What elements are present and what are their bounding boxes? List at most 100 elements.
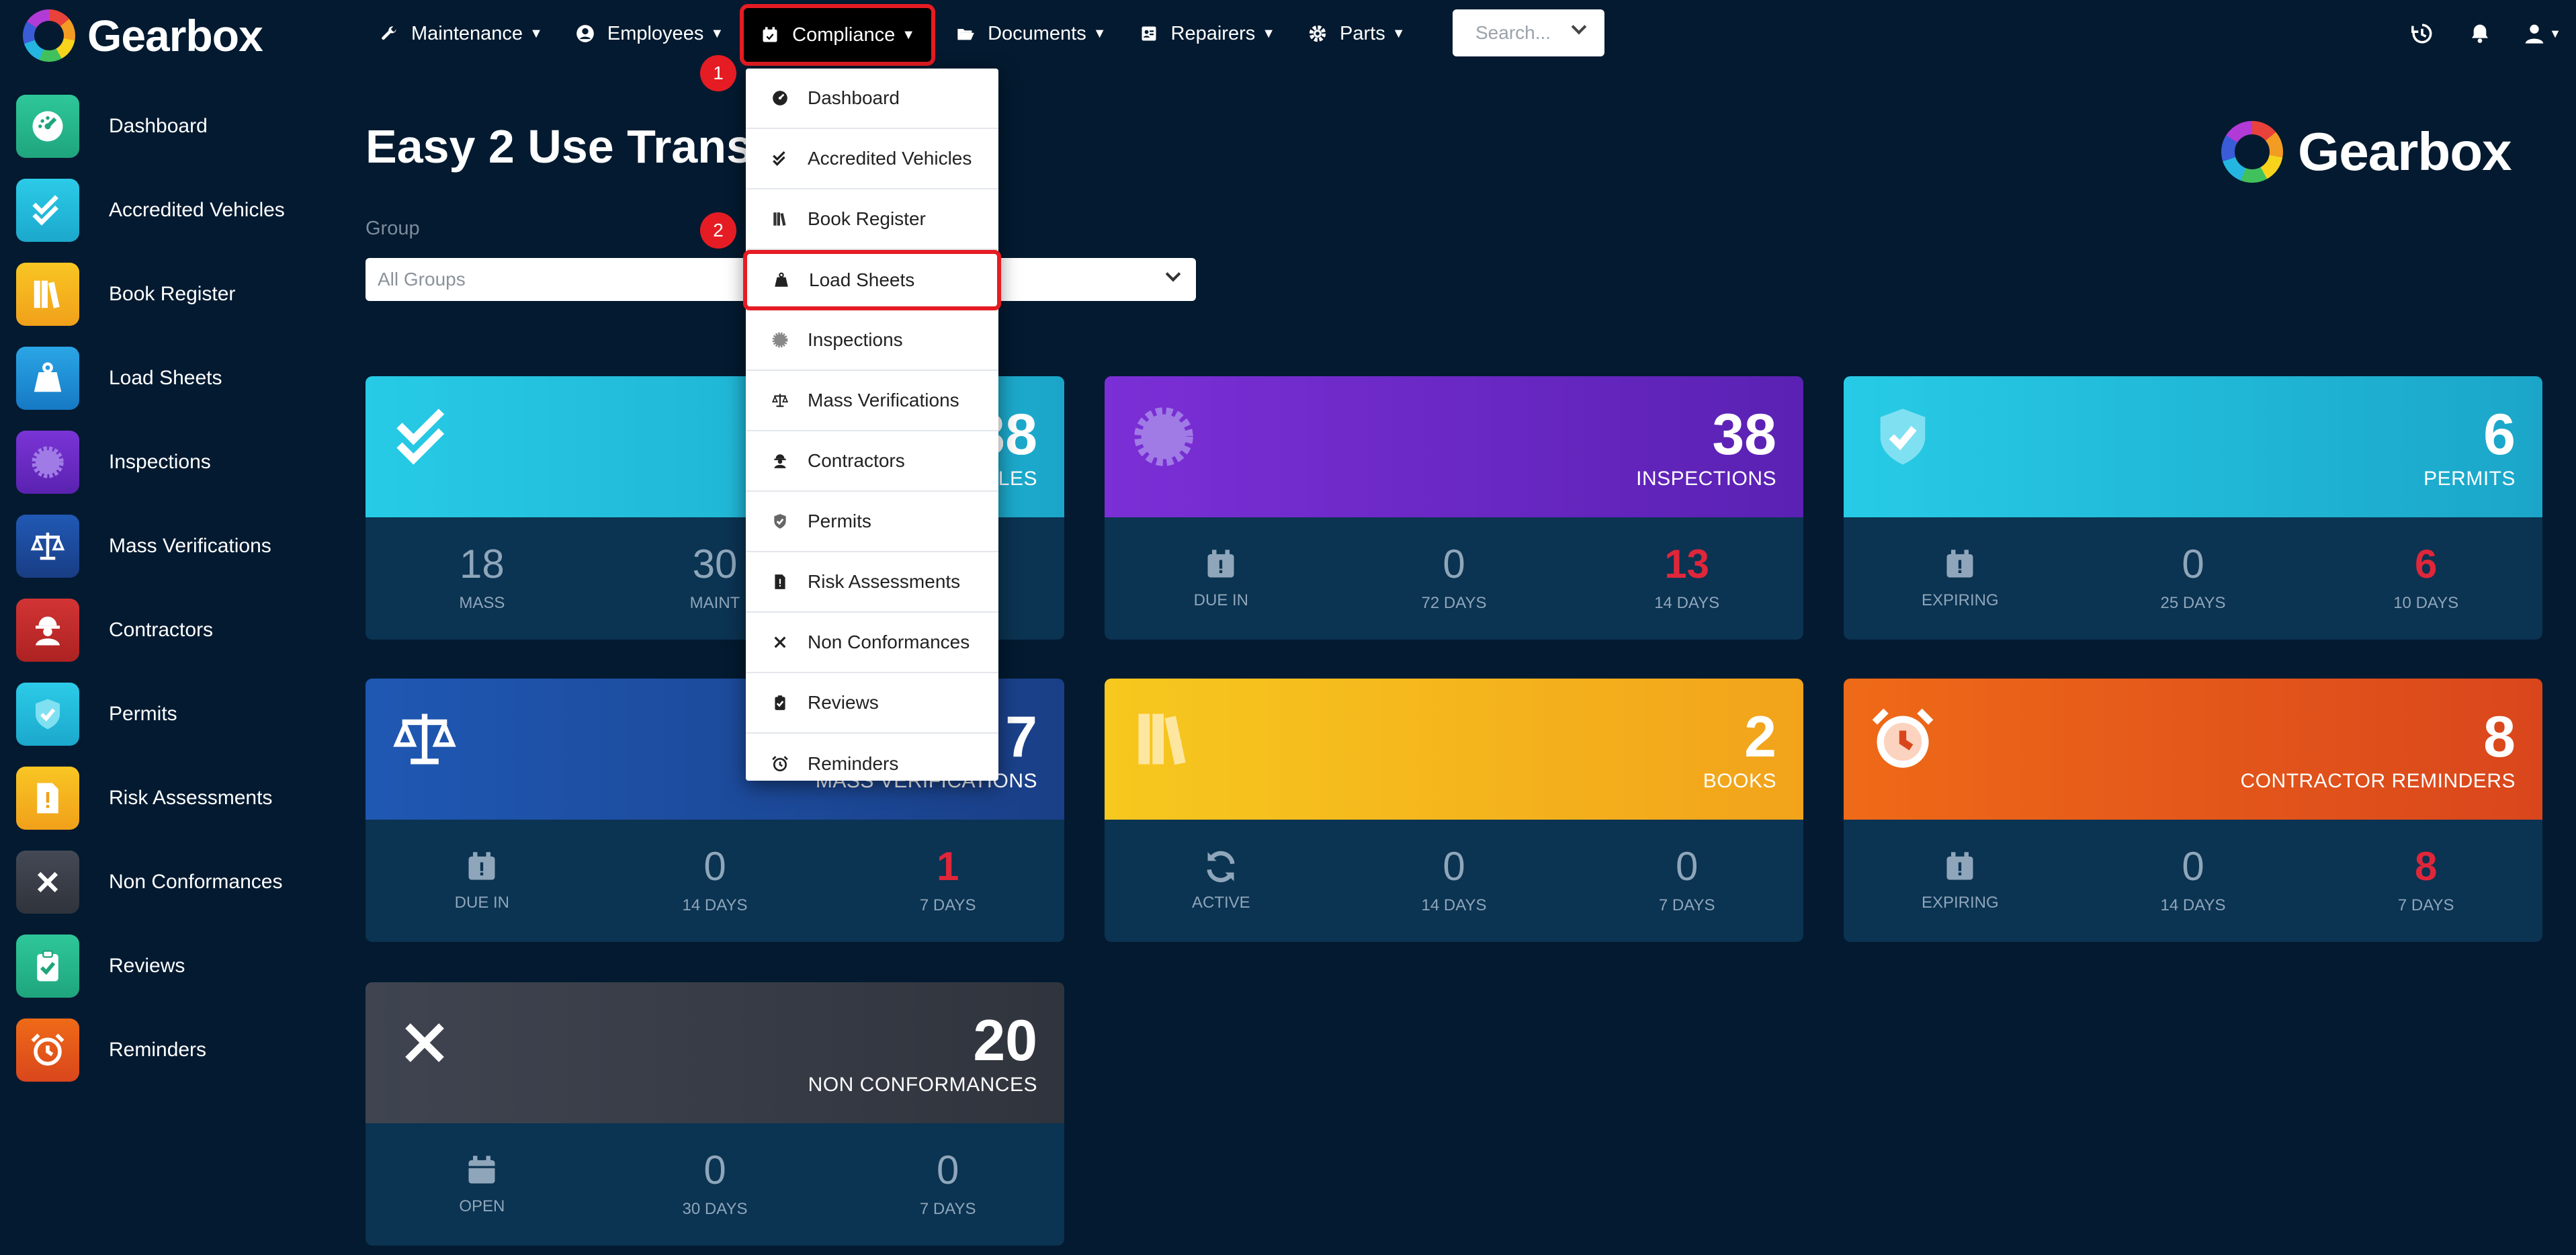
certificate-icon	[16, 430, 79, 494]
stat-expiring[interactable]: EXPIRING	[1844, 820, 2077, 942]
shield-check-icon	[770, 511, 790, 531]
stat-expiring[interactable]: EXPIRING	[1844, 517, 2077, 640]
nav-parts[interactable]: Parts ▼	[1291, 7, 1421, 60]
user-circle-icon	[575, 24, 595, 44]
stat-label: 25 DAYS	[2160, 594, 2226, 612]
sidebar-item-label: Risk Assessments	[109, 786, 273, 809]
sidebar-item-mass-verifications[interactable]: Mass Verifications	[0, 504, 349, 588]
stat-7-days[interactable]: 0 7 DAYS	[1570, 820, 1803, 942]
menu-item-mass-verifications[interactable]: Mass Verifications	[746, 371, 998, 431]
menu-item-inspections[interactable]: Inspections	[746, 310, 998, 371]
stat-7-days[interactable]: 1 7 DAYS	[831, 820, 1064, 942]
menu-item-reviews[interactable]: Reviews	[746, 673, 998, 734]
stat-due-in[interactable]: DUE IN	[1105, 517, 1338, 640]
stat-14-days[interactable]: 0 14 DAYS	[1338, 820, 1571, 942]
menu-item-risk-assessments[interactable]: Risk Assessments	[746, 552, 998, 613]
menu-item-reminders[interactable]: Reminders	[746, 734, 998, 794]
stat-7-days[interactable]: 0 7 DAYS	[831, 1123, 1064, 1246]
sidebar-item-reminders[interactable]: Reminders	[0, 1008, 349, 1092]
stat-14-days[interactable]: 0 14 DAYS	[2077, 820, 2310, 942]
books-icon	[1138, 713, 1186, 765]
sidebar-item-book-register[interactable]: Book Register	[0, 252, 349, 336]
stat-25-days[interactable]: 0 25 DAYS	[2077, 517, 2310, 640]
sidebar-item-risk-assessments[interactable]: Risk Assessments	[0, 756, 349, 840]
sidebar-item-non-conformances[interactable]: Non Conformances	[0, 840, 349, 924]
menu-item-label: Book Register	[808, 208, 926, 229]
user-menu-button[interactable]: ▼	[2509, 0, 2576, 67]
nav-maintenance[interactable]: Maintenance ▼	[363, 7, 559, 60]
card-value: 2	[1744, 705, 1776, 769]
clipboard-check-icon	[16, 934, 79, 998]
group-select-value: All Groups	[378, 269, 466, 290]
shield-check-icon	[1880, 408, 1926, 465]
nav-compliance[interactable]: Compliance ▼	[740, 4, 936, 66]
brand-name: Gearbox	[87, 11, 263, 60]
stat-14-days[interactable]: 0 14 DAYS	[599, 820, 832, 942]
card-books[interactable]: 2 BOOKS ACTIVE 0 14 DAYS 0 7 DAYS	[1105, 679, 1803, 942]
stat-14-days[interactable]: 13 14 DAYS	[1570, 517, 1803, 640]
menu-item-load-sheets[interactable]: Load Sheets	[743, 250, 1001, 310]
calendar-check-icon	[760, 25, 780, 45]
stat-30-days[interactable]: 0 30 DAYS	[599, 1123, 832, 1246]
gear-icon	[1307, 24, 1328, 44]
sidebar-item-inspections[interactable]: Inspections	[0, 420, 349, 504]
stat-label: EXPIRING	[1921, 894, 1999, 912]
stat-due-in[interactable]: DUE IN	[366, 820, 599, 942]
chevron-down-icon	[1571, 19, 1587, 35]
menu-item-accredited-vehicles[interactable]: Accredited Vehicles	[746, 129, 998, 189]
stat-label: 30 DAYS	[682, 1200, 748, 1218]
menu-item-dashboard[interactable]: Dashboard	[746, 69, 998, 129]
stat-10-days[interactable]: 6 10 DAYS	[2309, 517, 2542, 640]
menu-item-label: Load Sheets	[809, 269, 915, 290]
alarm-clock-icon	[16, 1018, 79, 1082]
menu-item-book-register[interactable]: Book Register	[746, 189, 998, 250]
card-label: PERMITS	[2423, 468, 2516, 490]
calendar-icon	[468, 1156, 495, 1184]
menu-item-non-conformances[interactable]: Non Conformances	[746, 613, 998, 673]
stat-label: 14 DAYS	[1654, 594, 1720, 612]
nav-employees[interactable]: Employees ▼	[559, 7, 740, 60]
hardhat-worker-icon	[16, 598, 79, 662]
sidebar-item-load-sheets[interactable]: Load Sheets	[0, 336, 349, 420]
card-value: 7	[1005, 705, 1037, 769]
clipboard-check-icon	[770, 693, 790, 713]
notifications-button[interactable]	[2451, 0, 2509, 67]
stat-open[interactable]: OPEN	[366, 1123, 599, 1246]
card-header: 20 NON CONFORMANCES	[366, 982, 1064, 1123]
x-mark-icon	[16, 850, 79, 914]
stat-mass[interactable]: 18 MASS	[366, 517, 599, 640]
menu-item-contractors[interactable]: Contractors	[746, 431, 998, 492]
card-inspections[interactable]: 38 INSPECTIONS DUE IN 0 72 DAYS 13 14 DA…	[1105, 376, 1803, 640]
card-permits[interactable]: 6 PERMITS EXPIRING 0 25 DAYS 6 10 DAYS	[1844, 376, 2542, 640]
page-title: Easy 2 Use Trans	[366, 120, 753, 173]
caret-down-icon: ▼	[710, 26, 724, 41]
stat-7-days[interactable]: 8 7 DAYS	[2309, 820, 2542, 942]
sidebar-item-dashboard[interactable]: Dashboard	[0, 84, 349, 168]
history-button[interactable]	[2393, 0, 2451, 67]
sidebar-item-contractors[interactable]: Contractors	[0, 588, 349, 672]
card-contractor-reminders[interactable]: 8 CONTRACTOR REMINDERS EXPIRING 0 14 DAY…	[1844, 679, 2542, 942]
card-header: 38 INSPECTIONS	[1105, 376, 1803, 517]
stat-label: 10 DAYS	[2393, 594, 2459, 612]
stat-label: 72 DAYS	[1421, 594, 1487, 612]
nav-documents[interactable]: Documents ▼	[939, 7, 1122, 60]
top-navbar: Gearbox Maintenance ▼ Employees ▼ Compli…	[0, 0, 2576, 67]
sidebar-item-reviews[interactable]: Reviews	[0, 924, 349, 1008]
main-nav: Maintenance ▼ Employees ▼ Compliance ▼ D…	[363, 0, 1422, 67]
x-mark-icon	[405, 1023, 444, 1062]
nav-repairers[interactable]: Repairers ▼	[1123, 7, 1292, 60]
refresh-icon	[1207, 851, 1235, 883]
card-non-conformances[interactable]: 20 NON CONFORMANCES OPEN 0 30 DAYS 0 7 D…	[366, 982, 1064, 1246]
search-input[interactable]: Search...	[1453, 9, 1604, 56]
card-header: 8 CONTRACTOR REMINDERS	[1844, 679, 2542, 820]
sidebar-item-accredited-vehicles[interactable]: Accredited Vehicles	[0, 168, 349, 252]
stat-72-days[interactable]: 0 72 DAYS	[1338, 517, 1571, 640]
folder-open-icon	[955, 24, 976, 44]
brand-logo[interactable]: Gearbox	[23, 9, 263, 62]
stat-active[interactable]: ACTIVE	[1105, 820, 1338, 942]
caret-down-icon: ▼	[1092, 26, 1107, 41]
stat-value: 13	[1664, 542, 1710, 587]
sidebar-item-permits[interactable]: Permits	[0, 672, 349, 756]
stat-value: 0	[703, 844, 726, 889]
menu-item-permits[interactable]: Permits	[746, 492, 998, 552]
